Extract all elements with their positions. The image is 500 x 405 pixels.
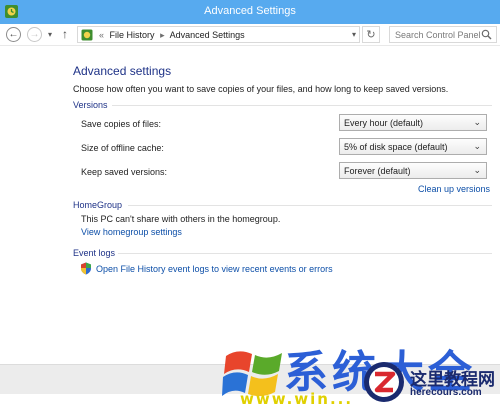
- back-button[interactable]: ←: [6, 27, 21, 42]
- breadcrumb-file-history[interactable]: File History: [110, 30, 155, 40]
- back-arrow-icon: ←: [8, 28, 19, 40]
- site-url: herecours.com: [410, 387, 482, 398]
- breadcrumb: « File History ▸ Advanced Settings: [96, 30, 245, 41]
- address-bar[interactable]: « File History ▸ Advanced Settings ▾: [77, 26, 360, 43]
- address-dropdown-icon[interactable]: ▾: [352, 30, 356, 39]
- clean-up-versions-link[interactable]: Clean up versions: [418, 184, 490, 194]
- view-homegroup-settings-link[interactable]: View homegroup settings: [81, 227, 182, 237]
- control-panel-icon: [81, 29, 93, 41]
- search-input[interactable]: Search Control Panel: [389, 26, 497, 43]
- offline-cache-value: 5% of disk space (default): [344, 142, 448, 152]
- open-event-logs-link[interactable]: Open File History event logs to view rec…: [96, 264, 333, 274]
- breadcrumb-separator-icon: ▸: [160, 30, 165, 40]
- search-icon[interactable]: [481, 29, 492, 40]
- offline-cache-label: Size of offline cache:: [81, 143, 164, 153]
- up-arrow-icon[interactable]: ↑: [62, 27, 68, 41]
- forward-button[interactable]: →: [27, 27, 42, 42]
- keep-versions-select[interactable]: Forever (default) ⌄: [339, 162, 487, 179]
- breadcrumb-overflow[interactable]: «: [99, 30, 104, 40]
- window-title: Advanced Settings: [204, 5, 296, 17]
- versions-group-title: Versions: [73, 100, 108, 110]
- uac-shield-icon: [81, 262, 91, 275]
- save-copies-select[interactable]: Every hour (default) ⌄: [339, 114, 487, 131]
- save-copies-label: Save copies of files:: [81, 119, 162, 129]
- navigation-bar: ← → ▾ ↑ « File History ▸ Advanced Settin…: [0, 24, 500, 46]
- chevron-down-icon: ⌄: [473, 141, 481, 151]
- title-bar: Advanced Settings: [0, 0, 500, 24]
- chevron-down-icon: ⌄: [473, 117, 481, 127]
- watermark-url: www.win...: [240, 390, 354, 405]
- forward-arrow-icon: →: [29, 28, 40, 40]
- save-copies-value: Every hour (default): [344, 118, 424, 128]
- site-logo-icon: [364, 362, 404, 402]
- refresh-button[interactable]: ↻: [362, 26, 380, 43]
- keep-versions-value: Forever (default): [344, 166, 411, 176]
- divider: [112, 105, 492, 106]
- divider: [128, 205, 492, 206]
- homegroup-group-title: HomeGroup: [73, 200, 123, 210]
- chevron-down-icon: ⌄: [473, 165, 481, 175]
- divider: [118, 253, 492, 254]
- keep-versions-label: Keep saved versions:: [81, 167, 168, 177]
- page-title: Advanced settings: [73, 64, 172, 78]
- refresh-icon: ↻: [366, 29, 376, 41]
- chevron-down-icon[interactable]: ▾: [48, 30, 52, 39]
- breadcrumb-advanced-settings[interactable]: Advanced Settings: [170, 30, 245, 40]
- event-logs-group-title: Event logs: [73, 248, 116, 258]
- homegroup-status-text: This PC can't share with others in the h…: [81, 214, 281, 224]
- offline-cache-select[interactable]: 5% of disk space (default) ⌄: [339, 138, 487, 155]
- search-placeholder: Search Control Panel: [395, 30, 481, 40]
- page-description: Choose how often you want to save copies…: [73, 84, 449, 94]
